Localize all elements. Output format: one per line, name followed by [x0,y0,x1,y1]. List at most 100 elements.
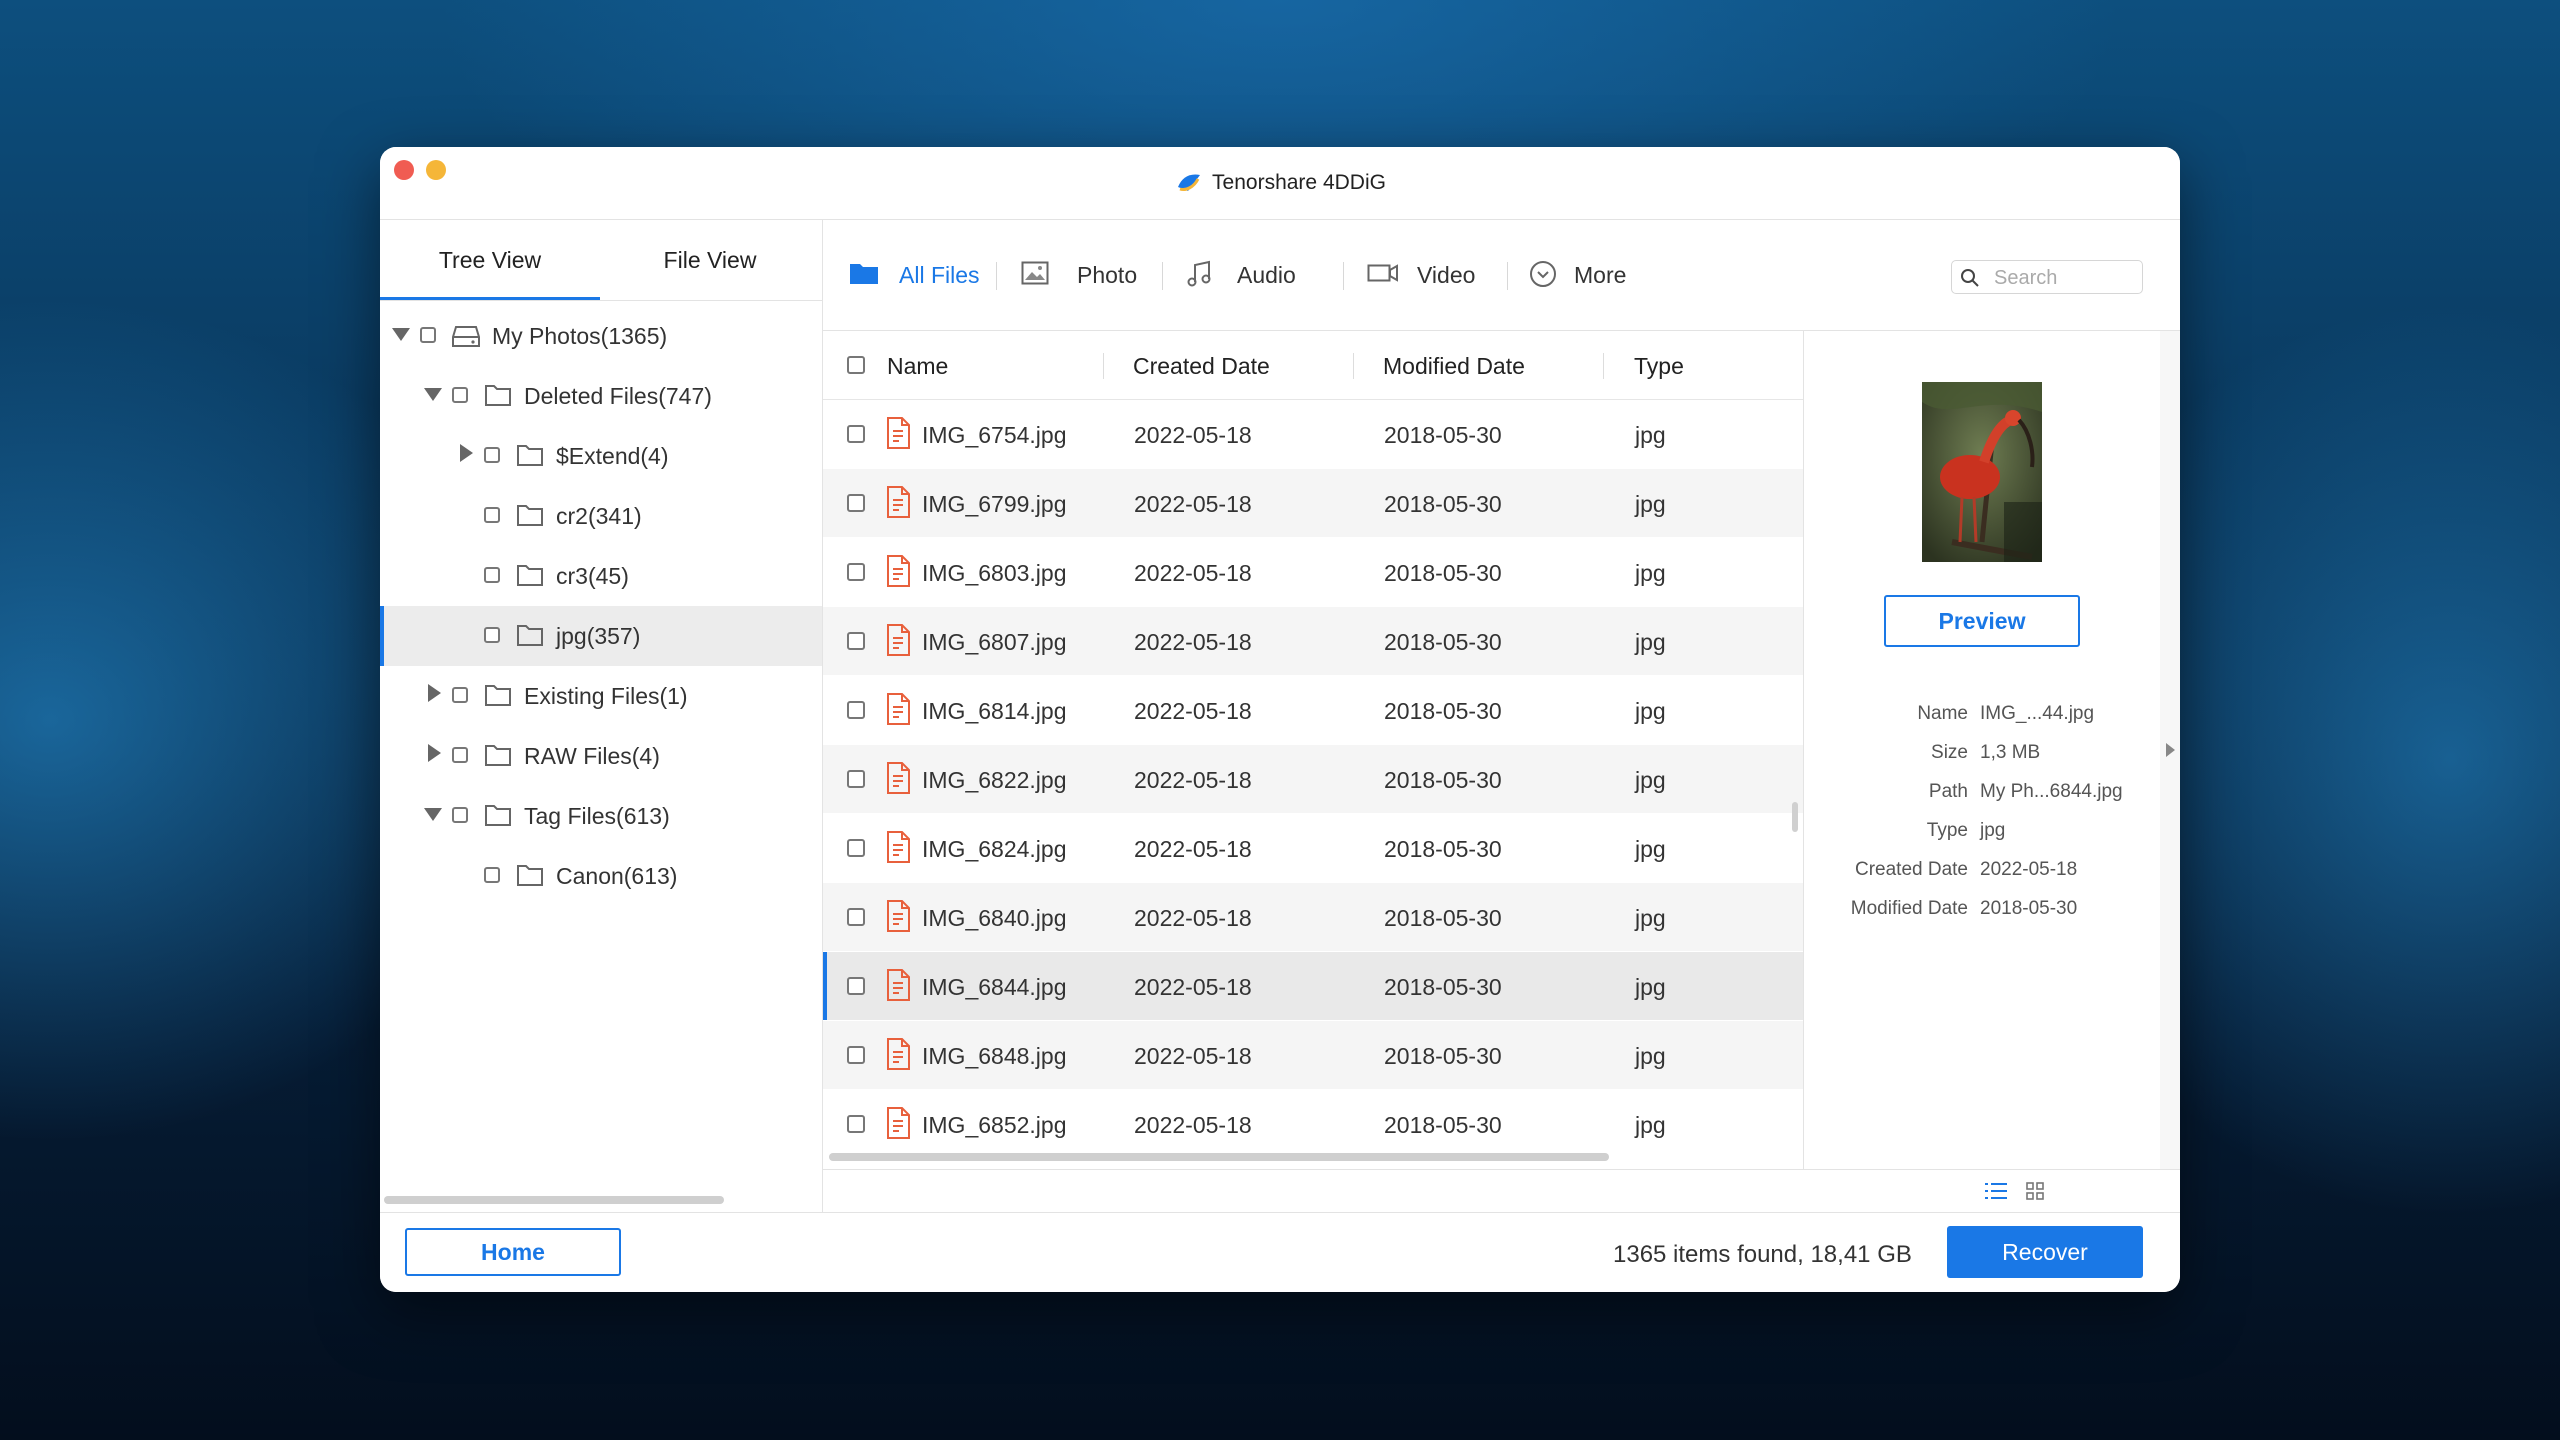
file-name: IMG_6754.jpg [922,422,1067,448]
row-checkbox[interactable] [847,425,865,443]
collapse-panel-handle[interactable] [2160,331,2180,1169]
music-icon [1185,260,1213,294]
tree-item[interactable]: RAW Files(4) [380,726,822,786]
row-checkbox[interactable] [847,1046,865,1064]
metadata-value: jpg [1980,820,2006,841]
grid-view-icon[interactable] [2026,1182,2044,1205]
search-icon [1960,268,1980,293]
tree-item-checkbox[interactable] [484,867,500,883]
divider [1343,262,1344,290]
drive-icon [452,323,480,355]
column-type[interactable]: Type [1634,353,1684,380]
list-view-icon[interactable] [1985,1182,2007,1205]
tree-item-checkbox[interactable] [452,387,468,403]
tree-item[interactable]: cr3(45) [380,546,822,606]
folder-tree: My Photos(1365) Deleted Files(747) $Extend… [380,306,822,906]
tree-item-checkbox[interactable] [452,807,468,823]
file-type: jpg [1635,767,1666,793]
search-input[interactable]: Search [1994,267,2057,290]
row-checkbox[interactable] [847,632,865,650]
table-horizontal-scrollbar[interactable] [829,1153,1609,1161]
metadata-row: Created Date 2022-05-18 [1804,859,2161,898]
collapse-arrow-icon[interactable] [392,328,410,341]
tree-horizontal-scrollbar[interactable] [384,1196,724,1204]
column-divider [1353,353,1354,379]
file-type: jpg [1635,1043,1666,1069]
table-row[interactable]: IMG_6840.jpg 2022-05-18 2018-05-30 jpg [823,883,1803,951]
file-modified-date: 2018-05-30 [1384,629,1502,655]
table-row[interactable]: IMG_6754.jpg 2022-05-18 2018-05-30 jpg [823,400,1803,468]
table-row[interactable]: IMG_6807.jpg 2022-05-18 2018-05-30 jpg [823,607,1803,675]
tree-item-checkbox[interactable] [452,747,468,763]
preview-thumbnail [1922,382,2042,562]
table-row[interactable]: IMG_6852.jpg 2022-05-18 2018-05-30 jpg [823,1090,1803,1158]
image-file-icon [886,693,910,731]
table-row[interactable]: IMG_6799.jpg 2022-05-18 2018-05-30 jpg [823,469,1803,537]
tree-item-checkbox[interactable] [484,507,500,523]
tree-item[interactable]: Existing Files(1) [380,666,822,726]
select-all-checkbox[interactable] [847,356,865,374]
table-row[interactable]: IMG_6822.jpg 2022-05-18 2018-05-30 jpg [823,745,1803,813]
tree-item-checkbox[interactable] [452,687,468,703]
file-created-date: 2022-05-18 [1134,629,1252,655]
column-created-date[interactable]: Created Date [1133,353,1270,380]
table-row[interactable]: IMG_6803.jpg 2022-05-18 2018-05-30 jpg [823,538,1803,606]
tree-item-checkbox[interactable] [420,327,436,343]
tree-item-checkbox[interactable] [484,627,500,643]
row-checkbox[interactable] [847,839,865,857]
expand-arrow-icon[interactable] [428,744,441,762]
row-checkbox[interactable] [847,770,865,788]
metadata-value: 1,3 MB [1980,742,2041,763]
image-file-icon [886,1038,910,1076]
row-checkbox[interactable] [847,1115,865,1133]
search-box[interactable]: Search [1951,260,2143,294]
file-type: jpg [1635,629,1666,655]
table-row[interactable]: IMG_6844.jpg 2022-05-18 2018-05-30 jpg [823,952,1803,1020]
home-button[interactable]: Home [405,1228,621,1276]
row-checkbox[interactable] [847,494,865,512]
tree-item-label: $Extend(4) [556,443,669,469]
app-logo-icon [1174,169,1204,201]
image-file-icon [886,555,910,593]
metadata-value: IMG_...44.jpg [1980,703,2095,724]
tree-item[interactable]: cr2(341) [380,486,822,546]
table-row[interactable]: IMG_6848.jpg 2022-05-18 2018-05-30 jpg [823,1021,1803,1089]
collapse-arrow-icon[interactable] [424,388,442,401]
metadata-row: Path My Ph...6844.jpg [1804,781,2161,820]
folder-icon [484,383,512,413]
category-label: More [1574,262,1627,288]
expand-arrow-icon [2166,743,2175,757]
folder-icon [484,803,512,833]
row-checkbox[interactable] [847,701,865,719]
preview-panel: Preview Name IMG_...44.jpg Size 1,3 MB Path M… [1803,331,2161,1169]
metadata-value: 2018-05-30 [1980,898,2078,919]
tab-tree-view[interactable]: Tree View [380,220,600,300]
column-modified-date[interactable]: Modified Date [1383,353,1525,380]
row-checkbox[interactable] [847,977,865,995]
preview-button[interactable]: Preview [1884,595,2080,647]
video-icon [1367,260,1399,292]
tree-item-label: cr2(341) [556,503,642,529]
table-row[interactable]: IMG_6824.jpg 2022-05-18 2018-05-30 jpg [823,814,1803,882]
tree-item-checkbox[interactable] [484,567,500,583]
tree-item[interactable]: jpg(357) [380,606,822,666]
table-row[interactable]: IMG_6814.jpg 2022-05-18 2018-05-30 jpg [823,676,1803,744]
row-checkbox[interactable] [847,563,865,581]
image-file-icon [886,624,910,662]
tree-item[interactable]: Tag Files(613) [380,786,822,846]
expand-arrow-icon[interactable] [428,684,441,702]
column-name[interactable]: Name [887,353,948,380]
image-file-icon [886,486,910,524]
expand-arrow-icon[interactable] [460,444,473,462]
table-vertical-scrollbar[interactable] [1792,802,1798,832]
tree-item[interactable]: Deleted Files(747) [380,366,822,426]
tree-item[interactable]: Canon(613) [380,846,822,906]
tree-item[interactable]: My Photos(1365) [380,306,822,366]
recover-button[interactable]: Recover [1947,1226,2143,1278]
collapse-arrow-icon[interactable] [424,808,442,821]
tree-item-checkbox[interactable] [484,447,500,463]
tree-item[interactable]: $Extend(4) [380,426,822,486]
file-created-date: 2022-05-18 [1134,767,1252,793]
row-checkbox[interactable] [847,908,865,926]
tab-file-view[interactable]: File View [600,220,820,300]
